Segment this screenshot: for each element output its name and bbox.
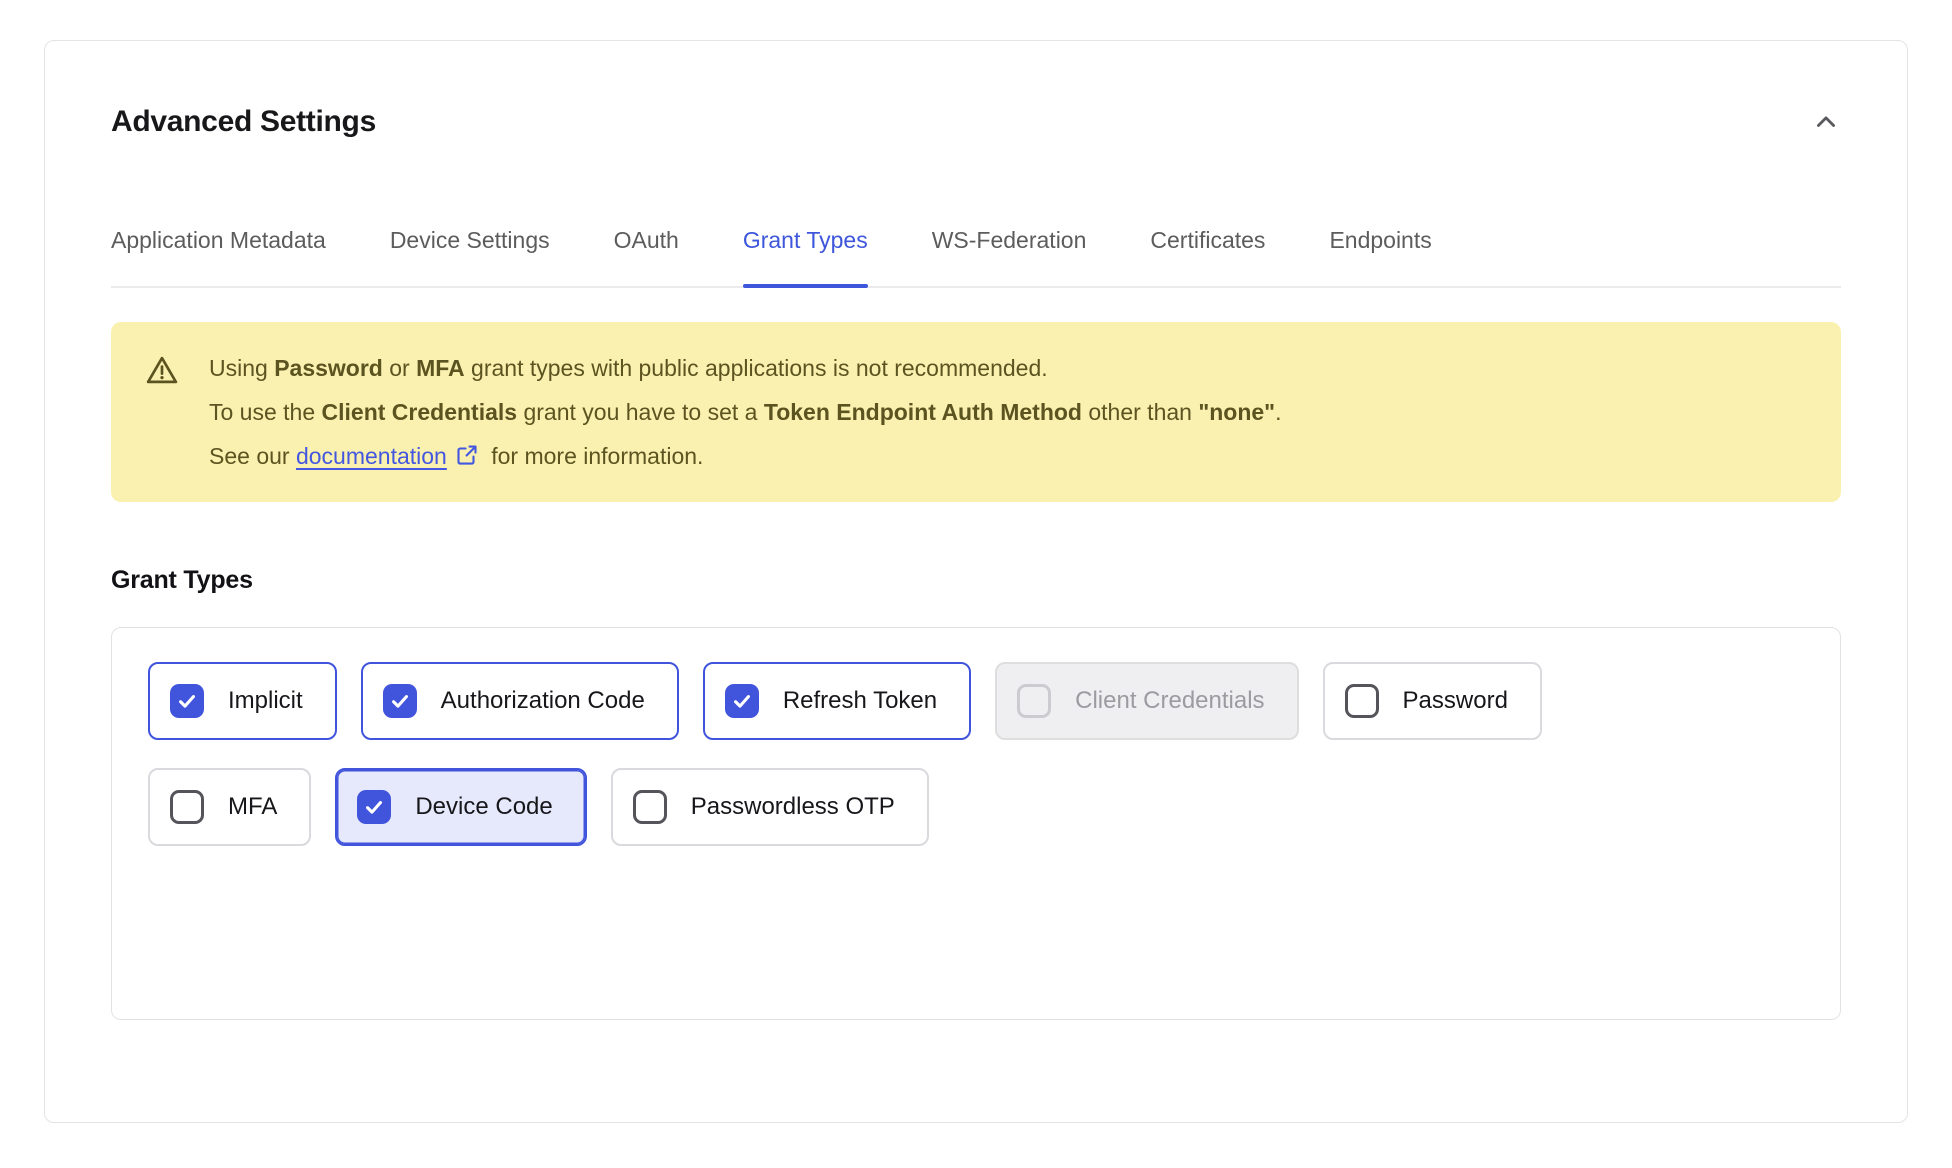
tab-application-metadata[interactable]: Application Metadata <box>111 227 326 286</box>
check-icon <box>731 690 753 712</box>
grant-type-authorization-code[interactable]: Authorization Code <box>361 662 679 740</box>
warning-text-bold: Password <box>274 355 383 381</box>
grant-type-implicit[interactable]: Implicit <box>148 662 337 740</box>
collapse-button[interactable] <box>1811 107 1841 137</box>
warning-text-segment: grant types with public applications is … <box>465 355 1048 381</box>
grant-type-label: Password <box>1403 687 1508 715</box>
tab-device-settings[interactable]: Device Settings <box>390 227 550 286</box>
advanced-settings-panel: Advanced Settings Application Metadata De… <box>44 40 1908 1123</box>
grant-type-label: MFA <box>228 793 277 821</box>
grant-type-label: Device Code <box>415 793 552 821</box>
warning-text-bold: Token Endpoint Auth Method <box>764 399 1082 425</box>
warning-text-segment: . <box>1275 399 1281 425</box>
grant-type-passwordless-otp[interactable]: Passwordless OTP <box>611 768 929 846</box>
grant-type-label: Client Credentials <box>1075 687 1264 715</box>
warning-line: Using Password or MFA grant types with p… <box>209 346 1281 390</box>
warning-text-segment: for more information. <box>485 443 704 469</box>
grant-type-password[interactable]: Password <box>1323 662 1542 740</box>
grant-type-label: Implicit <box>228 687 303 715</box>
grant-type-label: Passwordless OTP <box>691 793 895 821</box>
grant-type-mfa[interactable]: MFA <box>148 768 311 846</box>
checkbox-checked[interactable] <box>357 790 391 824</box>
documentation-link[interactable]: documentation <box>296 443 447 469</box>
tab-ws-federation[interactable]: WS-Federation <box>932 227 1087 286</box>
checkbox-unchecked <box>1017 684 1051 718</box>
warning-text-bold: MFA <box>416 355 465 381</box>
tabs: Application Metadata Device Settings OAuth… <box>111 227 1841 288</box>
grant-type-label: Refresh Token <box>783 687 937 715</box>
grant-types-group: Implicit Authorization Code Refresh Token C… <box>111 627 1841 1020</box>
grant-type-refresh-token[interactable]: Refresh Token <box>703 662 971 740</box>
tab-oauth[interactable]: OAuth <box>614 227 679 286</box>
check-icon <box>176 690 198 712</box>
chevron-up-icon <box>1812 108 1840 136</box>
external-link-icon[interactable] <box>455 443 479 467</box>
grant-type-client-credentials: Client Credentials <box>995 662 1298 740</box>
tab-grant-types[interactable]: Grant Types <box>743 227 868 286</box>
grant-type-device-code[interactable]: Device Code <box>335 768 586 846</box>
grant-types-row: MFA Device Code Passwordless OTP <box>148 768 1804 846</box>
warning-text-segment: To use the <box>209 399 322 425</box>
warning-text-segment: Using <box>209 355 274 381</box>
checkbox-unchecked[interactable] <box>633 790 667 824</box>
warning-text-bold: Client Credentials <box>322 399 518 425</box>
grant-types-row: Implicit Authorization Code Refresh Token C… <box>148 662 1804 740</box>
grant-type-label: Authorization Code <box>441 687 645 715</box>
warning-line: See our documentation for more informati… <box>209 434 1281 478</box>
warning-text-segment: other than <box>1082 399 1198 425</box>
warning-icon <box>145 353 179 478</box>
tab-certificates[interactable]: Certificates <box>1150 227 1265 286</box>
checkbox-checked[interactable] <box>725 684 759 718</box>
warning-text-segment: See our <box>209 443 296 469</box>
check-icon <box>363 796 385 818</box>
panel-header: Advanced Settings <box>111 105 1841 139</box>
checkbox-checked[interactable] <box>170 684 204 718</box>
warning-text: Using Password or MFA grant types with p… <box>209 346 1281 478</box>
grant-types-heading: Grant Types <box>111 566 1841 595</box>
warning-text-segment: or <box>383 355 416 381</box>
check-icon <box>389 690 411 712</box>
warning-text-segment: grant you have to set a <box>517 399 764 425</box>
tab-endpoints[interactable]: Endpoints <box>1329 227 1431 286</box>
warning-banner: Using Password or MFA grant types with p… <box>111 322 1841 502</box>
checkbox-unchecked[interactable] <box>1345 684 1379 718</box>
warning-text-bold: "none" <box>1198 399 1275 425</box>
checkbox-checked[interactable] <box>383 684 417 718</box>
checkbox-unchecked[interactable] <box>170 790 204 824</box>
warning-line: To use the Client Credentials grant you … <box>209 390 1281 434</box>
page-title: Advanced Settings <box>111 105 376 139</box>
